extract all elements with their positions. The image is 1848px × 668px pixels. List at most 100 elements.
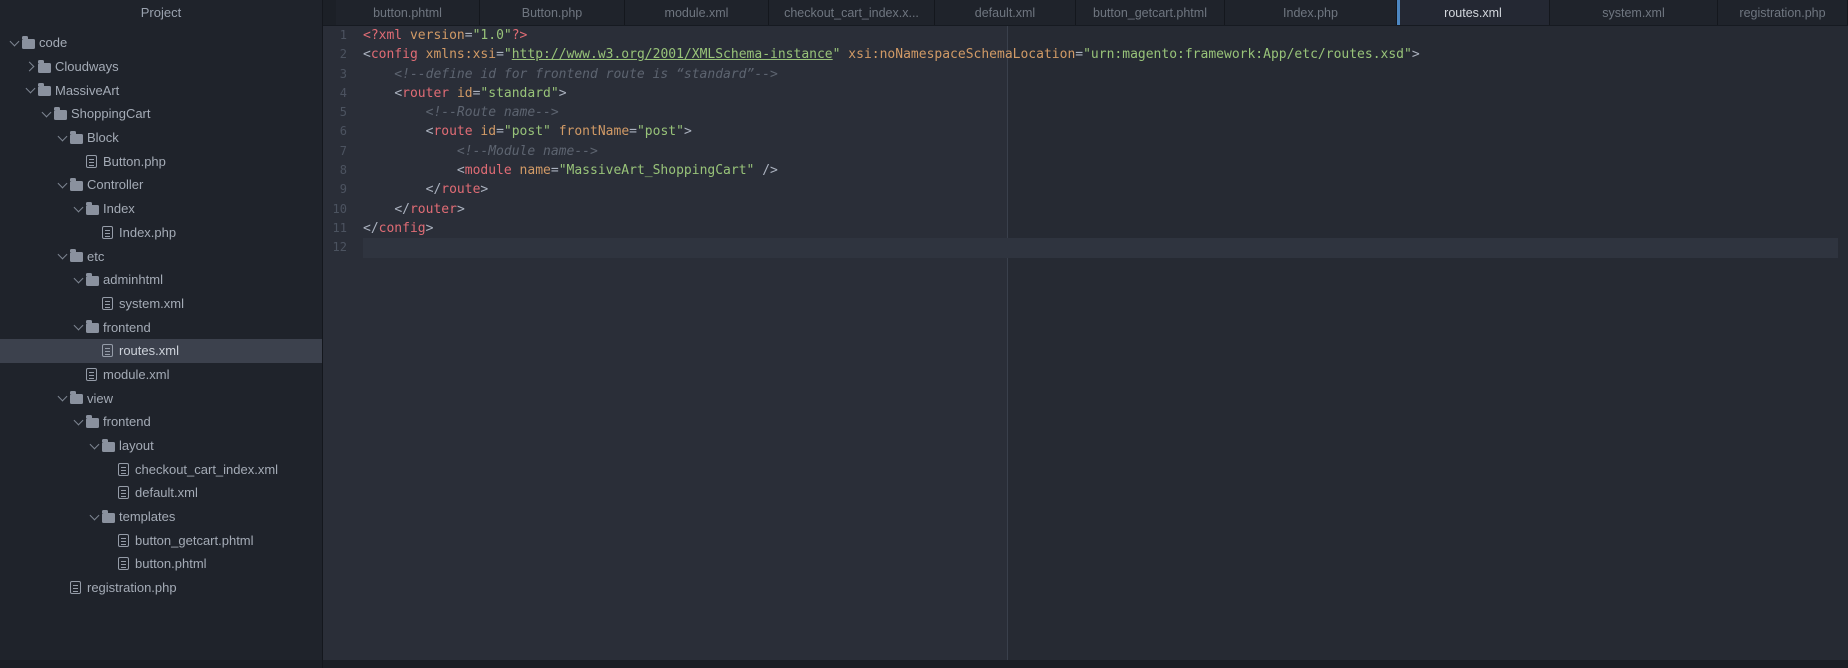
tab-label: system.xml bbox=[1602, 5, 1665, 20]
code-line-8[interactable]: 8 <module name="MassiveArt_ShoppingCart"… bbox=[323, 161, 1848, 180]
code-token: frontName bbox=[558, 124, 630, 140]
code-line-5[interactable]: 5 <!--Route name--> bbox=[323, 103, 1848, 122]
code-line-1[interactable]: 1 <?xml version="1.0"?> bbox=[323, 26, 1848, 45]
tree-item-default-xml[interactable]: default.xml bbox=[0, 481, 322, 505]
tree-item-templates[interactable]: templates bbox=[0, 505, 322, 529]
tree-item-cloudways[interactable]: Cloudways bbox=[0, 55, 322, 79]
code-line-12[interactable]: 12 bbox=[323, 238, 1848, 257]
status-bar bbox=[0, 660, 1848, 668]
editor-body[interactable]: 1 <?xml version="1.0"?> 2 <config xmlns:xsi… bbox=[323, 26, 1848, 660]
tree-item-index[interactable]: Index bbox=[0, 197, 322, 221]
chevron-down-icon[interactable] bbox=[56, 178, 70, 192]
folder-icon bbox=[86, 320, 99, 334]
tree-item-registration-php[interactable]: registration.php bbox=[0, 576, 322, 600]
tree-item-module-xml[interactable]: module.xml bbox=[0, 363, 322, 387]
code-token: router bbox=[402, 85, 450, 101]
chevron-down-icon[interactable] bbox=[40, 107, 54, 121]
chevron-down-icon[interactable] bbox=[24, 83, 38, 97]
tree-item-label: Index.php bbox=[119, 224, 177, 240]
code-line-9[interactable]: 9 </route> bbox=[323, 180, 1848, 199]
tree-item-label: checkout_cart_index.xml bbox=[135, 461, 279, 477]
chevron-down-icon[interactable] bbox=[72, 320, 86, 334]
folder-icon bbox=[70, 177, 83, 191]
tree-item-button-phtml[interactable]: button.phtml bbox=[0, 552, 322, 576]
code-token: route bbox=[433, 124, 473, 140]
code-token: "urn:magento:framework:App/etc/routes.xs… bbox=[1083, 47, 1412, 63]
tree-item-button-php[interactable]: Button.php bbox=[0, 149, 322, 173]
chevron-down-icon[interactable] bbox=[72, 415, 86, 429]
code-token: id bbox=[480, 124, 497, 140]
tab-registration-php[interactable]: registration.php bbox=[1718, 0, 1848, 25]
line-content: <!--Module name--> bbox=[363, 142, 598, 161]
tree-item-button-getcart-phtml[interactable]: button_getcart.phtml bbox=[0, 528, 322, 552]
schema-url-link[interactable]: http://www.w3.org/2001/XMLSchema-instanc… bbox=[512, 47, 833, 62]
code-token: = bbox=[496, 47, 504, 63]
code-line-2[interactable]: 2 <config xmlns:xsi="http://www.w3.org/20… bbox=[323, 45, 1848, 64]
tree-item-frontend[interactable]: frontend bbox=[0, 315, 322, 339]
code-token: = bbox=[496, 124, 504, 140]
code-line-7[interactable]: 7 <!--Module name--> bbox=[323, 142, 1848, 161]
tab-checkout-cart-index-x[interactable]: checkout_cart_index.x... bbox=[769, 0, 935, 25]
code-token: < bbox=[394, 85, 403, 101]
tab-button-phtml[interactable]: button.phtml bbox=[336, 0, 480, 25]
tab-label: registration.php bbox=[1739, 5, 1826, 20]
tree-item-label: system.xml bbox=[119, 295, 184, 311]
chevron-down-icon[interactable] bbox=[8, 36, 22, 50]
tab-index-php[interactable]: Index.php bbox=[1225, 0, 1397, 25]
code-token: > bbox=[683, 124, 692, 140]
project-tree: code Cloudways MassiveArt ShoppingCart Block… bbox=[0, 31, 322, 600]
tree-item-adminhtml[interactable]: adminhtml bbox=[0, 268, 322, 292]
code-line-6[interactable]: 6 <route id="post" frontName="post"> bbox=[323, 122, 1848, 141]
tab-system-xml[interactable]: system.xml bbox=[1550, 0, 1718, 25]
code-line-11[interactable]: 11 </config> bbox=[323, 219, 1848, 238]
line-content: </route> bbox=[363, 180, 489, 199]
tree-item-view[interactable]: view bbox=[0, 386, 322, 410]
tab-button-php[interactable]: Button.php bbox=[480, 0, 625, 25]
tree-item-shoppingcart[interactable]: ShoppingCart bbox=[0, 102, 322, 126]
tree-item-block[interactable]: Block bbox=[0, 126, 322, 150]
tree-item-layout[interactable]: layout bbox=[0, 434, 322, 458]
chevron-right-icon[interactable] bbox=[24, 60, 38, 74]
project-panel-header[interactable]: Project bbox=[0, 0, 322, 24]
editor-area: button.phtml Button.php module.xml checkout… bbox=[323, 0, 1848, 660]
code-line-10[interactable]: 10 </router> bbox=[323, 200, 1848, 219]
chevron-down-icon[interactable] bbox=[56, 131, 70, 145]
project-panel-title: Project bbox=[140, 4, 182, 20]
tree-item-system-xml[interactable]: system.xml bbox=[0, 292, 322, 316]
tab-button-getcart-phtml[interactable]: button_getcart.phtml bbox=[1076, 0, 1225, 25]
tree-item-checkout-cart-index-xml[interactable]: checkout_cart_index.xml bbox=[0, 457, 322, 481]
tab-default-xml[interactable]: default.xml bbox=[935, 0, 1076, 25]
panel-resize-handle[interactable] bbox=[322, 0, 323, 668]
tree-item-routes-xml[interactable]: routes.xml bbox=[0, 338, 322, 363]
tab-routes-xml[interactable]: routes.xml bbox=[1397, 0, 1550, 25]
file-icon bbox=[102, 344, 113, 358]
tree-item-frontend[interactable]: frontend bbox=[0, 410, 322, 434]
tree-item-label: Cloudways bbox=[55, 59, 119, 75]
code-line-3[interactable]: 3 <!--define id for frontend route is “s… bbox=[323, 65, 1848, 84]
code-token: xsi:noNamespaceSchemaLocation bbox=[848, 47, 1076, 63]
code-line-4[interactable]: 4 <router id="standard"> bbox=[323, 84, 1848, 103]
tree-item-controller[interactable]: Controller bbox=[0, 173, 322, 197]
tree-item-index-php[interactable]: Index.php bbox=[0, 221, 322, 245]
code-token: version bbox=[409, 28, 465, 43]
tab-module-xml[interactable]: module.xml bbox=[625, 0, 769, 25]
chevron-down-icon[interactable] bbox=[88, 439, 102, 453]
tree-item-code[interactable]: code bbox=[0, 31, 322, 55]
folder-icon bbox=[70, 249, 83, 263]
code-token: <!--define id for frontend route is “sta… bbox=[363, 66, 778, 82]
chevron-down-icon[interactable] bbox=[56, 391, 70, 405]
code-token: module bbox=[464, 163, 512, 179]
chevron-down-icon[interactable] bbox=[72, 202, 86, 216]
tree-item-massiveart[interactable]: MassiveArt bbox=[0, 78, 322, 102]
chevron-down-icon[interactable] bbox=[72, 273, 86, 287]
editor-scrollbar[interactable] bbox=[1838, 26, 1848, 660]
chevron-down-icon[interactable] bbox=[56, 249, 70, 263]
tree-item-etc[interactable]: etc bbox=[0, 244, 322, 268]
chevron-down-icon[interactable] bbox=[88, 510, 102, 524]
code-token: = bbox=[1075, 47, 1084, 63]
line-content: <route id="post" frontName="post"> bbox=[363, 122, 692, 141]
